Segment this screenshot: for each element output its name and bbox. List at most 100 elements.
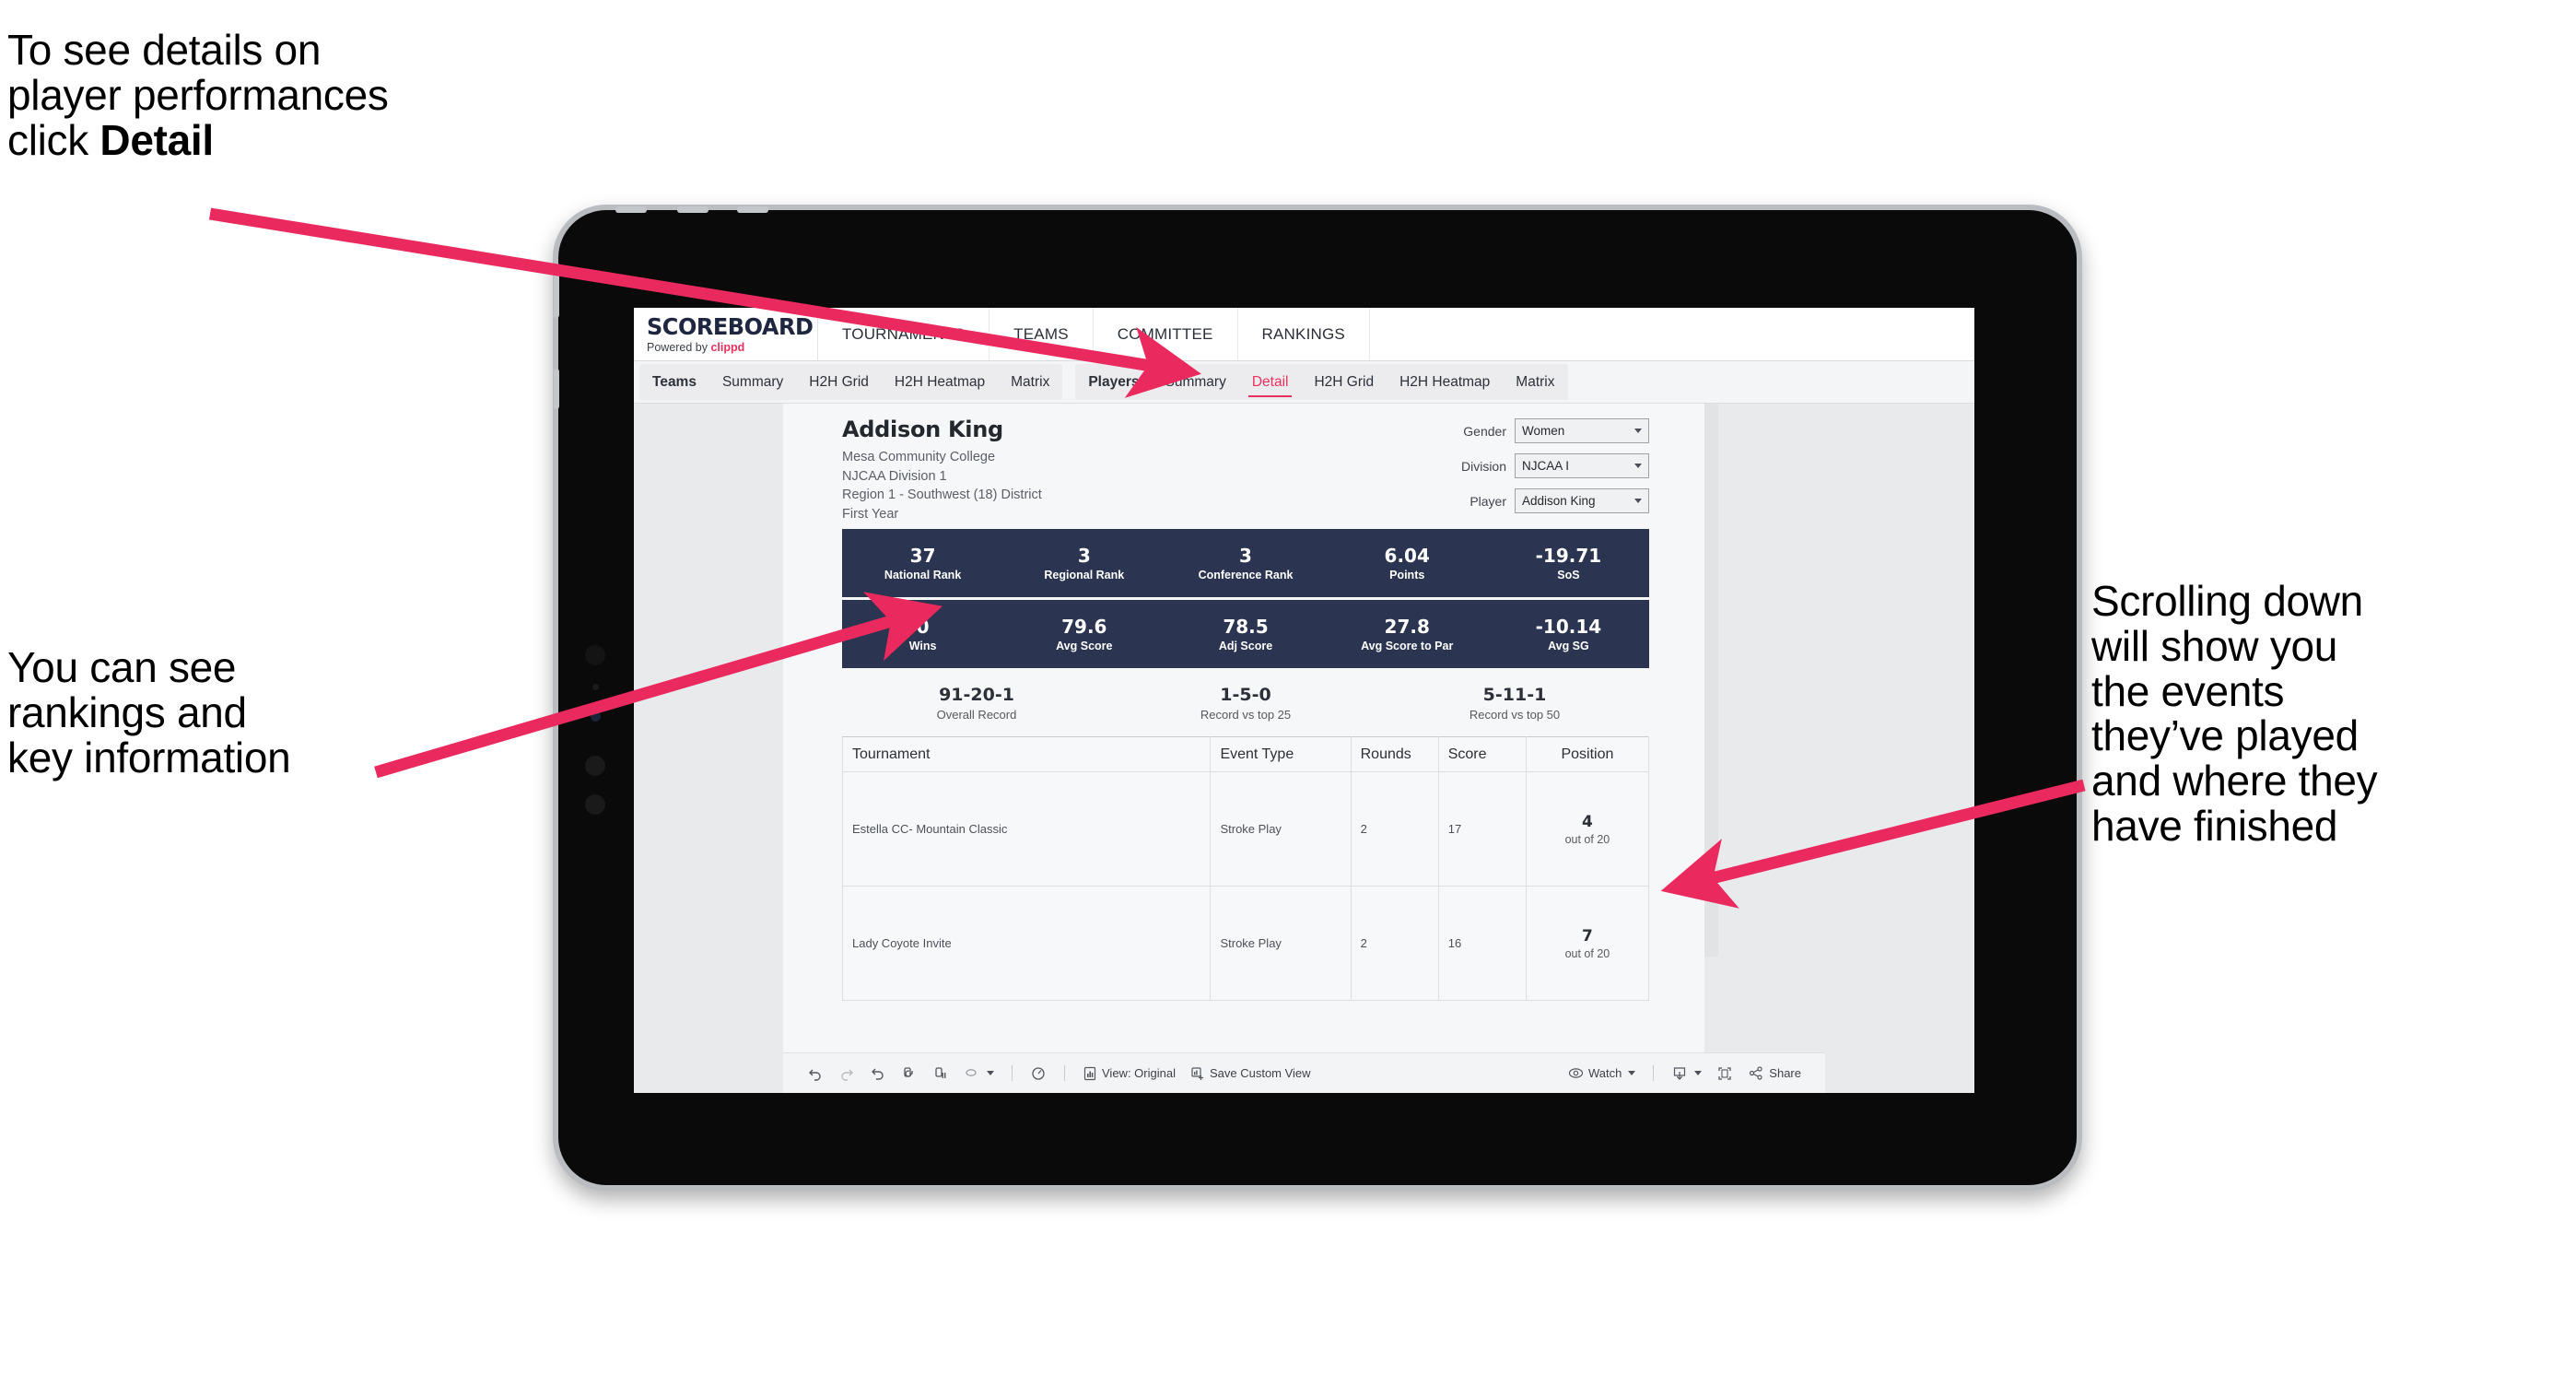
tablet-top-button (615, 206, 647, 213)
tab-players[interactable]: Players (1075, 364, 1152, 400)
cell-event-type: Stroke Play (1210, 886, 1352, 1002)
view-original-button[interactable]: View: Original (1077, 1063, 1181, 1084)
redo-button[interactable] (833, 1063, 861, 1085)
filter-player: Player Addison King (1461, 488, 1649, 513)
stat-points: 6.04 Points (1327, 546, 1488, 581)
player-identity: Addison King Mesa Community College NJCA… (842, 417, 1042, 523)
record-label: Overall Record (936, 708, 1017, 722)
stat-label: Regional Rank (1044, 568, 1125, 581)
toolbar-divider (1653, 1065, 1655, 1081)
cell-event-type: Stroke Play (1210, 771, 1352, 887)
annotation-text: click (7, 115, 100, 164)
tablet-side-button (554, 263, 559, 318)
tab-players-summary[interactable]: Summary (1153, 364, 1239, 400)
stat-adj-score: 78.5 Adj Score (1165, 617, 1326, 652)
annotation-right: Scrolling down will show you the events … (2091, 579, 2570, 849)
pause-button[interactable] (927, 1063, 954, 1085)
toolbar-divider (1012, 1065, 1013, 1081)
gender-value: Women (1522, 424, 1565, 438)
record-label: Record vs top 50 (1469, 708, 1561, 722)
brand-title: SCOREBOARD (647, 312, 814, 340)
save-custom-view-button[interactable]: Save Custom View (1185, 1063, 1317, 1084)
filter-label-division: Division (1460, 458, 1506, 474)
cell-rounds: 2 (1350, 886, 1439, 1002)
toolbar-divider (1064, 1065, 1065, 1081)
stat-value: 27.8 (1384, 615, 1430, 638)
nav-item-teams[interactable]: TEAMS (989, 308, 1094, 360)
tab-players-h2h-heatmap[interactable]: H2H Heatmap (1387, 364, 1503, 400)
tab-players-matrix[interactable]: Matrix (1503, 364, 1567, 400)
stat-value: 37 (909, 544, 936, 567)
cell-tournament: Lady Coyote Invite (841, 886, 1212, 1002)
sensor-icon (585, 794, 605, 815)
cell-rounds: 2 (1350, 771, 1439, 887)
refresh-button[interactable] (896, 1063, 923, 1085)
column-header-tournament[interactable]: Tournament (841, 736, 1212, 773)
watch-button[interactable]: Watch (1563, 1063, 1641, 1084)
app-header: SCOREBOARD Powered by clippd TOURNAMENTS… (634, 308, 1974, 361)
brand-logo[interactable]: SCOREBOARD Powered by clippd (634, 308, 818, 360)
stat-label: Wins (908, 639, 937, 652)
revert-button[interactable] (864, 1063, 892, 1085)
tab-teams[interactable]: Teams (639, 364, 709, 400)
nav-item-rankings[interactable]: RANKINGS (1238, 308, 1370, 360)
stat-label: Avg SG (1548, 639, 1589, 652)
table-row[interactable]: Estella CC- Mountain Classic Stroke Play… (841, 771, 1650, 887)
column-header-rounds[interactable]: Rounds (1350, 736, 1439, 773)
pan-button[interactable] (958, 1063, 1000, 1085)
record-label: Record vs top 25 (1200, 708, 1292, 722)
nav-item-committee[interactable]: COMMITTEE (1094, 308, 1238, 360)
column-header-score[interactable]: Score (1437, 736, 1527, 773)
tab-teams-matrix[interactable]: Matrix (998, 364, 1062, 400)
tab-bar: Teams Summary H2H Grid H2H Heatmap Matri… (634, 361, 1974, 404)
division-select[interactable]: NJCAA I (1515, 453, 1649, 478)
annotation-line: player performances (7, 70, 389, 119)
share-button[interactable]: Share (1742, 1063, 1807, 1085)
filter-gender: Gender Women (1461, 418, 1649, 443)
gender-select[interactable]: Women (1515, 418, 1649, 443)
cell-score: 17 (1437, 771, 1527, 887)
tab-teams-h2h-grid[interactable]: H2H Grid (796, 364, 882, 400)
player-header: Addison King Mesa Community College NJCA… (842, 417, 1649, 523)
record-vs-top-25: 1-5-0 Record vs top 25 (1111, 685, 1380, 722)
filter-label-player: Player (1469, 493, 1506, 509)
download-button[interactable] (1666, 1063, 1707, 1085)
view-original-label: View: Original (1102, 1066, 1176, 1080)
stat-label: National Rank (884, 568, 962, 581)
dashboard-canvas: Addison King Mesa Community College NJCA… (634, 404, 1974, 1093)
stat-label: Avg Score to Par (1361, 639, 1454, 652)
nav-item-tournaments[interactable]: TOURNAMENTS (818, 308, 990, 360)
table-header-row: Tournament Event Type Rounds Score Posit… (841, 736, 1650, 773)
filter-panel: Gender Women Division NJCAA I Player Add… (1461, 417, 1649, 523)
cell-score: 16 (1437, 886, 1527, 1002)
tab-teams-h2h-heatmap[interactable]: H2H Heatmap (882, 364, 998, 400)
player-name: Addison King (842, 417, 1003, 442)
annotation-line: key information (7, 733, 291, 781)
chevron-down-icon (1694, 1071, 1703, 1075)
player-year: First Year (842, 506, 899, 522)
chevron-down-icon (1634, 429, 1642, 433)
zoom-button[interactable] (1025, 1063, 1052, 1085)
filter-division: Division NJCAA I (1461, 453, 1649, 478)
dashboard-sheet: Addison King Mesa Community College NJCA… (783, 404, 1704, 1093)
record-overall: 91-20-1 Overall Record (842, 685, 1111, 722)
stats-band-rankings: 37 National Rank 3 Regional Rank 3 Confe… (842, 529, 1649, 598)
column-header-position[interactable]: Position (1525, 736, 1650, 773)
watch-label: Watch (1587, 1066, 1622, 1080)
annotation-line: the events (2091, 666, 2285, 715)
records-row: 91-20-1 Overall Record 1-5-0 Record vs t… (842, 685, 1649, 736)
stat-label: Conference Rank (1198, 568, 1294, 581)
tab-teams-summary[interactable]: Summary (709, 364, 796, 400)
player-school: Mesa Community College (842, 450, 996, 464)
undo-button[interactable] (802, 1063, 829, 1085)
table-row[interactable]: Lady Coyote Invite Stroke Play 2 16 7 ou… (841, 886, 1650, 1002)
fullscreen-button[interactable] (1711, 1063, 1739, 1085)
vertical-scrollbar[interactable] (1704, 404, 1718, 957)
player-select[interactable]: Addison King (1515, 488, 1649, 513)
brand-subtitle: Powered by clippd (647, 341, 817, 354)
column-header-event-type[interactable]: Event Type (1210, 736, 1352, 773)
annotation-line: will show you (2091, 621, 2338, 670)
tab-players-h2h-grid[interactable]: H2H Grid (1301, 364, 1387, 400)
stat-avg-score: 79.6 Avg Score (1003, 617, 1165, 652)
tab-players-detail[interactable]: Detail (1239, 364, 1302, 400)
